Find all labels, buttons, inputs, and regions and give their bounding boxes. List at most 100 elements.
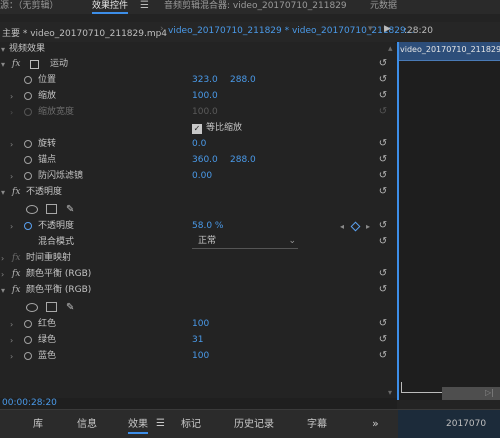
- expand-arrow-icon[interactable]: ›: [10, 317, 13, 332]
- shuttle-icon[interactable]: ▷|: [485, 388, 494, 397]
- fx-icon[interactable]: fx: [12, 267, 20, 282]
- red-label: 红色: [38, 319, 57, 329]
- chevron-down-icon[interactable]: ▾: [368, 24, 373, 34]
- reset-icon[interactable]: ↺: [377, 138, 389, 150]
- fx-icon[interactable]: fx: [12, 57, 20, 72]
- reset-icon[interactable]: ↺: [377, 74, 389, 86]
- opacity-value[interactable]: 58.0 %: [192, 219, 223, 234]
- collapse-arrow-icon[interactable]: ▾: [1, 42, 5, 57]
- position-x-value[interactable]: 323.0: [192, 73, 218, 88]
- reset-icon[interactable]: ↺: [377, 268, 389, 280]
- blend-mode-value: 正常: [198, 236, 217, 246]
- expand-arrow-icon[interactable]: ›: [10, 89, 13, 104]
- ellipse-mask-icon[interactable]: [26, 303, 38, 312]
- stopwatch-icon[interactable]: [24, 156, 32, 164]
- prev-keyframe-icon[interactable]: ◂: [340, 219, 344, 234]
- pen-tool-icon[interactable]: ✎: [66, 202, 74, 217]
- opacity-value-label: 不透明度: [38, 221, 75, 231]
- expand-arrow-icon[interactable]: ›: [1, 251, 4, 266]
- reset-icon[interactable]: ↺: [377, 186, 389, 198]
- expand-arrow-icon[interactable]: ›: [10, 333, 13, 348]
- reset-icon[interactable]: ↺: [377, 236, 389, 248]
- reset-icon[interactable]: ↺: [377, 170, 389, 182]
- reset-icon[interactable]: ↺: [377, 58, 389, 70]
- tab-history[interactable]: 历史记录: [234, 418, 274, 432]
- project-thumbnail[interactable]: 2017070: [398, 410, 500, 438]
- pen-tool-icon[interactable]: ✎: [66, 300, 74, 315]
- anti-flicker-label: 防闪烁滤镜: [38, 171, 84, 181]
- effect-timeline[interactable]: video_20170710_211829.mp ▷|: [397, 42, 500, 400]
- stopwatch-icon[interactable]: [24, 76, 32, 84]
- collapse-arrow-icon[interactable]: ▾: [1, 185, 5, 200]
- anti-flicker-value[interactable]: 0.00: [192, 169, 212, 184]
- red-value[interactable]: 100: [192, 317, 209, 332]
- blue-value[interactable]: 100: [192, 349, 209, 364]
- scroll-up-icon[interactable]: ▴: [388, 42, 393, 57]
- stopwatch-icon[interactable]: [24, 336, 32, 344]
- master-clip-label[interactable]: 主要 * video_20170710_211829.mp4: [2, 26, 167, 39]
- playhead[interactable]: [397, 42, 399, 400]
- reset-icon[interactable]: ↺: [377, 318, 389, 330]
- tab-libraries[interactable]: 库: [33, 418, 43, 432]
- collapse-arrow-icon[interactable]: ▾: [1, 283, 5, 298]
- reset-icon[interactable]: ↺: [377, 220, 389, 232]
- stopwatch-icon[interactable]: [24, 92, 32, 100]
- anchor-x-value[interactable]: 360.0: [192, 153, 218, 168]
- uniform-scale-checkbox[interactable]: ✓: [192, 124, 202, 134]
- expand-arrow-icon[interactable]: ›: [10, 137, 13, 152]
- tab-markers[interactable]: 标记: [181, 418, 201, 432]
- anchor-y-value[interactable]: 288.0: [230, 153, 256, 168]
- rectangle-mask-icon[interactable]: [46, 204, 57, 214]
- navigator-handle[interactable]: [401, 382, 442, 393]
- tab-audio-mixer[interactable]: 音频剪辑混合器: video_20170710_211829: [164, 0, 347, 14]
- ellipse-mask-icon[interactable]: [26, 205, 38, 214]
- sequence-clip-label[interactable]: video_20170710_211829 * video_20170710_2…: [168, 26, 414, 36]
- tab-effect-controls[interactable]: 效果控件: [92, 0, 129, 14]
- add-keyframe-icon[interactable]: [350, 221, 361, 232]
- tab-source[interactable]: 源：（无剪辑）: [0, 0, 59, 14]
- clip-block[interactable]: video_20170710_211829.mp: [397, 42, 500, 61]
- next-keyframe-icon[interactable]: ▸: [366, 219, 370, 234]
- expand-arrow-icon[interactable]: ›: [1, 267, 4, 282]
- rectangle-mask-icon[interactable]: [46, 302, 57, 312]
- play-icon[interactable]: ▶: [384, 24, 391, 34]
- expand-arrow-icon[interactable]: ›: [10, 349, 13, 364]
- property-uniform-scale: ✓ 等比缩放: [0, 121, 395, 136]
- rotation-value[interactable]: 0.0: [192, 137, 206, 152]
- stopwatch-icon[interactable]: [24, 352, 32, 360]
- blend-mode-select[interactable]: 正常 ⌄: [192, 236, 298, 249]
- fx-icon[interactable]: fx: [12, 185, 20, 200]
- green-value[interactable]: 31: [192, 333, 203, 348]
- stopwatch-icon: [24, 108, 32, 116]
- effect-opacity: ▾ fx 不透明度 ↺: [0, 185, 395, 200]
- stopwatch-icon[interactable]: [24, 172, 32, 180]
- reset-icon[interactable]: ↺: [377, 350, 389, 362]
- reset-icon[interactable]: ↺: [377, 154, 389, 166]
- property-position: 位置 323.0 288.0 ↺: [0, 73, 395, 88]
- expand-arrow-icon[interactable]: ›: [10, 169, 13, 184]
- fx-icon[interactable]: fx: [12, 283, 20, 298]
- tab-metadata[interactable]: 元数据: [370, 0, 397, 14]
- panel-menu-icon[interactable]: ☰: [140, 0, 149, 11]
- collapse-arrow-icon[interactable]: ▾: [1, 57, 5, 72]
- stopwatch-icon[interactable]: [24, 222, 32, 230]
- reset-icon[interactable]: ↺: [377, 284, 389, 296]
- green-label: 绿色: [38, 335, 57, 345]
- reset-icon[interactable]: ↺: [377, 90, 389, 102]
- tab-captions[interactable]: 字幕: [307, 418, 327, 432]
- stopwatch-icon[interactable]: [24, 140, 32, 148]
- chevron-right-icon: ›: [160, 24, 164, 34]
- scale-value[interactable]: 100.0: [192, 89, 218, 104]
- tab-effects[interactable]: 效果: [128, 418, 148, 434]
- position-y-value[interactable]: 288.0: [230, 73, 256, 88]
- reset-icon[interactable]: ↺: [377, 334, 389, 346]
- stopwatch-icon[interactable]: [24, 320, 32, 328]
- scroll-down-icon[interactable]: ▾: [388, 388, 392, 397]
- panel-menu-icon[interactable]: ☰: [156, 418, 165, 429]
- timecode[interactable]: 00:00:28:20: [2, 398, 57, 408]
- chevron-down-icon: ⌄: [288, 236, 296, 246]
- more-tabs-icon[interactable]: »: [372, 417, 379, 430]
- tab-info[interactable]: 信息: [77, 418, 97, 432]
- expand-arrow-icon[interactable]: ›: [10, 219, 13, 234]
- transform-icon[interactable]: [30, 60, 39, 69]
